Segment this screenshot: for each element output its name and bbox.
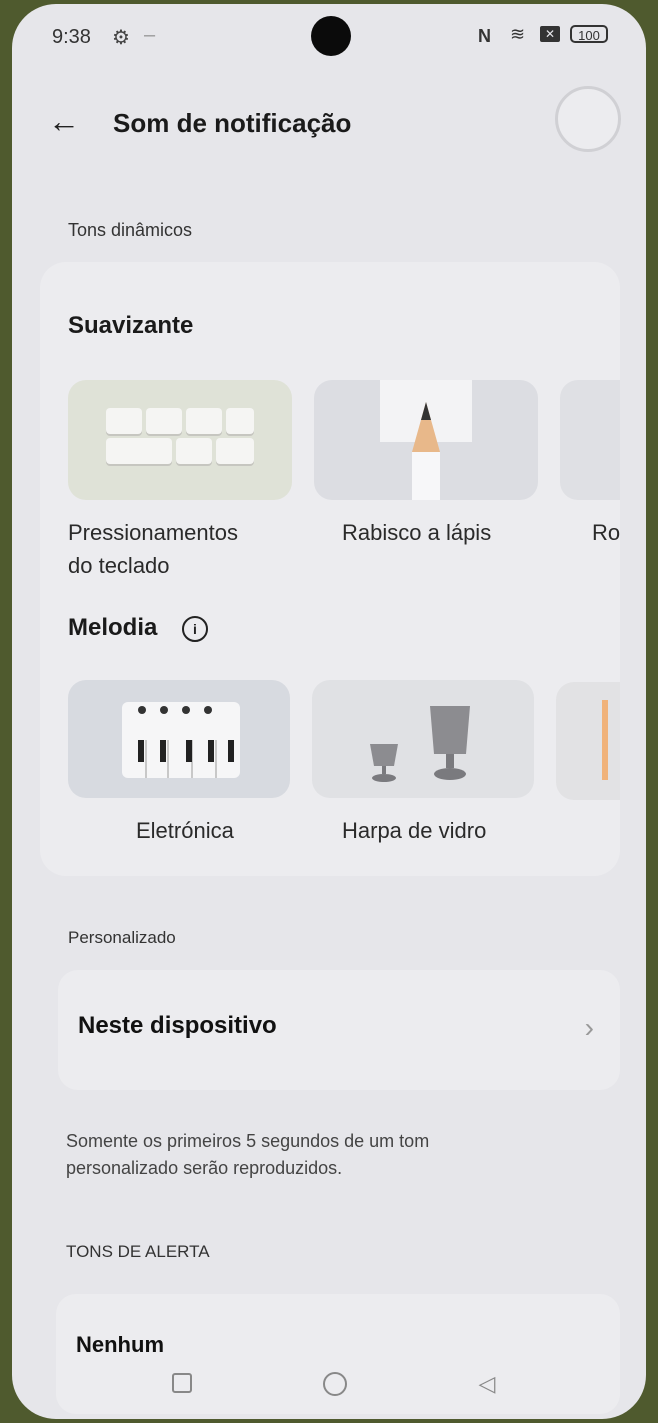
dash-icon: – bbox=[144, 24, 156, 46]
tile-glass-label: Harpa de vidro bbox=[342, 818, 487, 843]
tile-piano-label: Eletrónica bbox=[136, 818, 234, 843]
piano-illustration bbox=[122, 702, 240, 778]
tile-keyboard[interactable] bbox=[68, 380, 292, 500]
status-time: 9:38 bbox=[52, 26, 91, 48]
floating-button[interactable] bbox=[555, 86, 621, 152]
tile-piano[interactable] bbox=[68, 680, 290, 798]
section-label-custom: Personalizado bbox=[68, 928, 176, 947]
section-label-alert: TONS DE ALERTA bbox=[66, 1242, 210, 1261]
tile-keyboard-label: Pressionamentos do teclado bbox=[68, 520, 238, 578]
battery-indicator: 100 bbox=[570, 25, 608, 43]
gear-icon: ⚙ bbox=[112, 27, 130, 49]
tile-pencil-label: Rabisco a lápis bbox=[342, 520, 492, 545]
home-button[interactable] bbox=[315, 1364, 355, 1404]
section-label-dynamic: Tons dinâmicos bbox=[68, 220, 193, 240]
device-frame: 9:38 ⚙ – N ≋ ✕ 100 ← Som de notificação … bbox=[0, 0, 658, 1423]
tile-pencil[interactable] bbox=[314, 380, 538, 500]
page-title: Som de notificação bbox=[113, 108, 352, 138]
dynamic-tones-card: Suavizante Pressionamentos do teclado Ra… bbox=[40, 262, 620, 876]
glass-illustration bbox=[370, 706, 470, 782]
info-icon[interactable]: i bbox=[182, 616, 208, 642]
tile-partial-label: Ro bbox=[592, 520, 621, 545]
camera-cutout bbox=[311, 16, 351, 56]
pencil-illustration bbox=[380, 380, 472, 500]
signal-off-icon: ✕ bbox=[540, 26, 560, 42]
tile-glass[interactable] bbox=[312, 680, 534, 798]
back-nav-button[interactable]: ◁ bbox=[467, 1364, 507, 1404]
tile-partial-melody[interactable] bbox=[556, 682, 620, 800]
arrow-left-icon[interactable]: ← bbox=[48, 104, 88, 138]
screen: 9:38 ⚙ – N ≋ ✕ 100 ← Som de notificação … bbox=[12, 4, 646, 1419]
recent-apps-button[interactable] bbox=[162, 1364, 202, 1404]
custom-note: Somente os primeiros 5 segundos de um to… bbox=[66, 1131, 430, 1178]
wifi-icon: ≋ bbox=[510, 24, 526, 44]
smooth-heading: Suavizante bbox=[68, 312, 194, 339]
chevron-right-icon: › bbox=[584, 1012, 594, 1043]
alert-item-none: Nenhum bbox=[76, 1332, 164, 1357]
melody-heading: Melodia bbox=[68, 614, 158, 641]
app-header: ← Som de notificação bbox=[12, 86, 646, 152]
custom-item-device: Neste dispositivo bbox=[78, 1012, 277, 1039]
custom-tone-card[interactable]: Neste dispositivo › bbox=[58, 970, 620, 1090]
status-bar: 9:38 ⚙ – N ≋ ✕ 100 bbox=[12, 4, 646, 66]
nfc-icon: N bbox=[478, 26, 491, 46]
tile-partial[interactable] bbox=[560, 380, 620, 500]
